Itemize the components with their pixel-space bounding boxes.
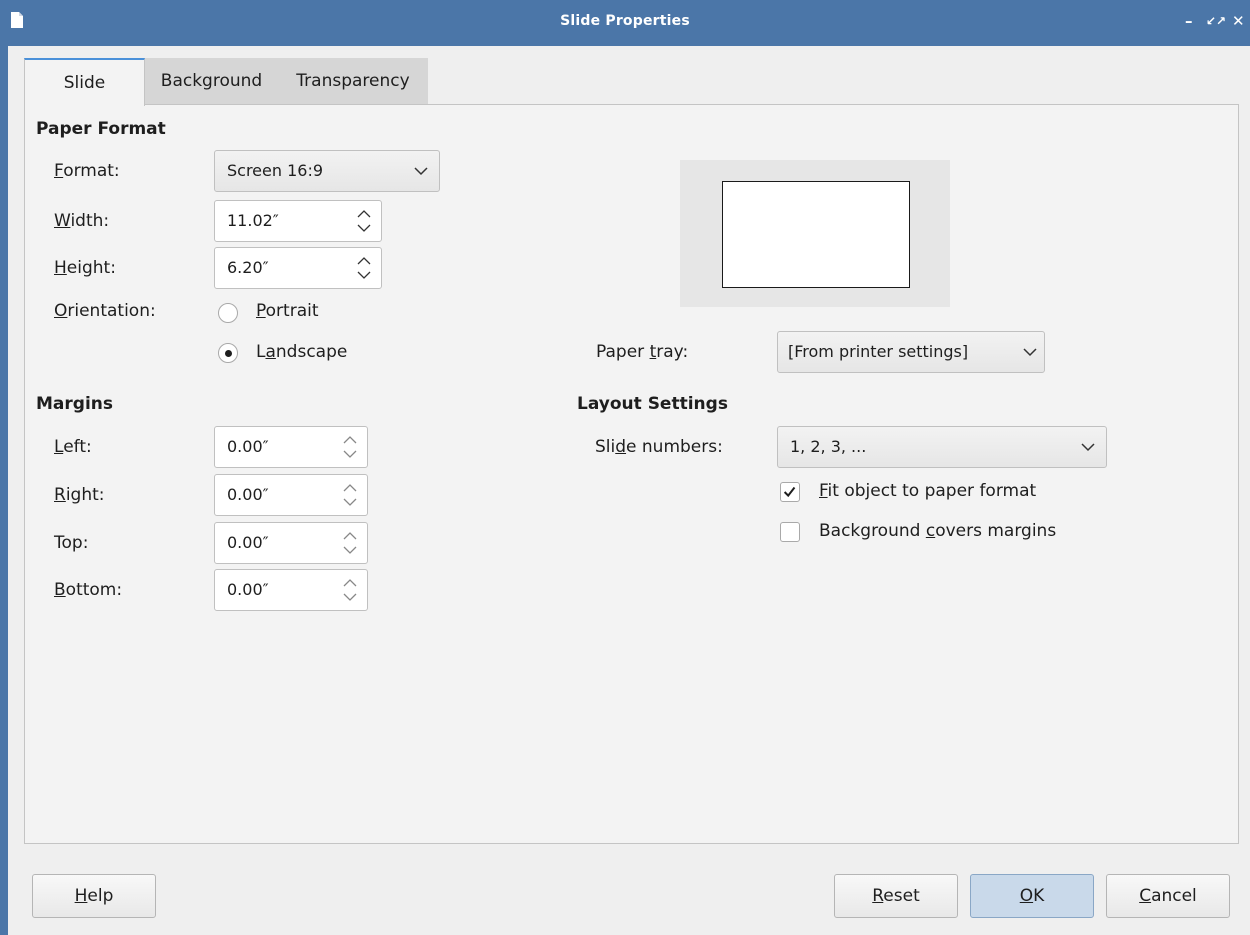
- restore-button[interactable]: ↙↗: [1206, 14, 1226, 28]
- close-button[interactable]: ✕: [1232, 12, 1245, 30]
- title-bar: Slide Properties – ↙↗ ✕: [0, 0, 1250, 46]
- margin-left-spinbox[interactable]: 0.00″: [214, 426, 368, 468]
- tab-slide[interactable]: Slide: [24, 58, 145, 106]
- fit-object-checkbox[interactable]: [780, 482, 800, 502]
- paper-format-heading: Paper Format: [36, 119, 166, 139]
- chevron-down-icon: [414, 167, 428, 176]
- paper-tray-select[interactable]: [From printer settings]: [777, 331, 1045, 373]
- help-button[interactable]: Help: [32, 874, 156, 918]
- fit-object-label[interactable]: Fit object to paper format: [819, 481, 1036, 501]
- portrait-label[interactable]: Portrait: [256, 301, 319, 321]
- spin-arrows-icon[interactable]: [343, 576, 357, 604]
- margin-bottom-label: Bottom:: [54, 580, 123, 600]
- landscape-radio[interactable]: [218, 343, 238, 363]
- radio-selected-dot: [225, 350, 232, 357]
- layout-settings-heading: Layout Settings: [577, 394, 728, 414]
- ok-button[interactable]: OK: [970, 874, 1094, 918]
- margin-bottom-spinbox[interactable]: 0.00″: [214, 569, 368, 611]
- page-preview-sheet: [722, 181, 910, 288]
- spin-arrows-icon[interactable]: [343, 481, 357, 509]
- chevron-down-icon: [1023, 348, 1037, 357]
- spin-arrows-icon[interactable]: [343, 433, 357, 461]
- margins-heading: Margins: [36, 394, 113, 414]
- margin-left-label: Left:: [54, 437, 92, 457]
- format-label: Format:: [54, 161, 120, 181]
- background-covers-checkbox[interactable]: [780, 522, 800, 542]
- margin-top-spinbox[interactable]: 0.00″: [214, 522, 368, 564]
- spin-arrows-icon[interactable]: [357, 254, 371, 282]
- width-label: Width:: [54, 211, 110, 231]
- margin-top-label: Top:: [54, 533, 89, 553]
- landscape-label[interactable]: Landscape: [256, 342, 347, 362]
- slide-numbers-select[interactable]: 1, 2, 3, ...: [777, 426, 1107, 468]
- spin-arrows-icon[interactable]: [343, 529, 357, 557]
- spin-arrows-icon[interactable]: [357, 207, 371, 235]
- portrait-radio[interactable]: [218, 303, 238, 323]
- format-select[interactable]: Screen 16:9: [214, 150, 440, 192]
- slide-numbers-label: Slide numbers:: [595, 437, 723, 457]
- tab-background[interactable]: Background: [145, 58, 278, 104]
- minimize-button[interactable]: –: [1185, 12, 1193, 30]
- orientation-label: Orientation:: [54, 301, 156, 321]
- height-label: Height:: [54, 258, 116, 278]
- tab-transparency[interactable]: Transparency: [278, 58, 428, 104]
- paper-tray-label: Paper tray:: [596, 342, 689, 362]
- cancel-button[interactable]: Cancel: [1106, 874, 1230, 918]
- tab-panel: [24, 104, 1239, 844]
- chevron-down-icon: [1081, 443, 1095, 452]
- width-spinbox[interactable]: 11.02″: [214, 200, 382, 242]
- window-frame: [0, 46, 8, 935]
- margin-right-spinbox[interactable]: 0.00″: [214, 474, 368, 516]
- checkmark-icon: [783, 486, 796, 498]
- background-covers-label[interactable]: Background covers margins: [819, 521, 1056, 541]
- reset-button[interactable]: Reset: [834, 874, 958, 918]
- margin-right-label: Right:: [54, 485, 105, 505]
- window-title: Slide Properties: [560, 13, 690, 29]
- height-spinbox[interactable]: 6.20″: [214, 247, 382, 289]
